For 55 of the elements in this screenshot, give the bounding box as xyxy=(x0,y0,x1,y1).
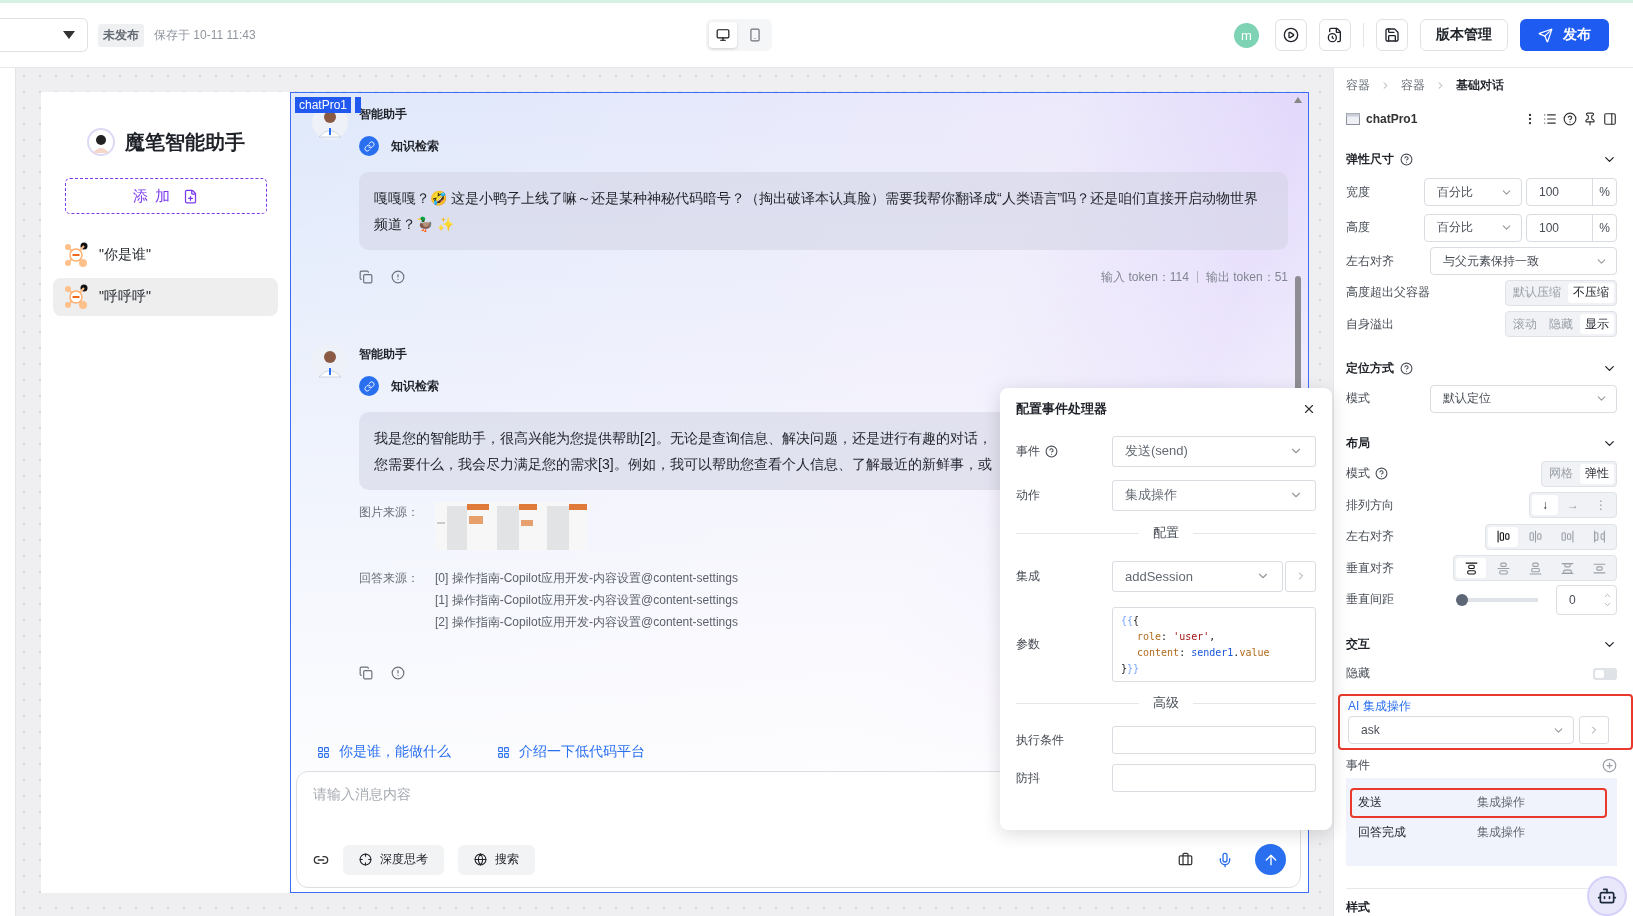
section-title: 定位方式 xyxy=(1346,360,1394,377)
code-line: content: sender1.value xyxy=(1136,645,1270,660)
section-title: 布局 xyxy=(1346,434,1370,452)
status-badge: 未发布 xyxy=(98,23,144,47)
field-label: 左右对齐 xyxy=(1346,528,1394,546)
field-label: 事件 xyxy=(1016,442,1040,460)
field-label: AI 集成操作 xyxy=(1348,698,1412,716)
save-time: 保存于 10-11 11:43 xyxy=(154,26,256,44)
component-name: chatPro1 xyxy=(1366,112,1419,127)
tool-name: 知识检索 xyxy=(391,137,439,155)
field-label: 高度 xyxy=(1346,219,1370,237)
field-label: 集成 xyxy=(1016,567,1040,585)
field-label: 垂直对齐 xyxy=(1346,559,1394,577)
code-line: {{{ xyxy=(1121,613,1140,628)
section-title: 交互 xyxy=(1346,635,1370,653)
unit-label: % xyxy=(1592,179,1616,206)
output-tokens: 输出 token：51 xyxy=(1205,268,1288,286)
input-tokens: 输入 token：114 xyxy=(1101,268,1189,286)
tool-name: 知识检索 xyxy=(391,377,439,395)
section-title: 弹性尺寸 xyxy=(1346,151,1394,169)
message-text: 我是您的智能助手，很高兴能为您提供帮助[2]。无论是查询信息、解决问题，还是进行有趣的对话， xyxy=(374,429,992,448)
code-line: role: 'user', xyxy=(1136,629,1216,644)
code-line: }}} xyxy=(1121,661,1140,676)
source-line: [0] 操作指南-Copilot应用开发-内容设置@content-settings xyxy=(435,570,738,587)
section-label: 配置 xyxy=(1153,524,1179,542)
component-tag: chatPro1 xyxy=(295,97,352,113)
field-label: 防抖 xyxy=(1016,769,1040,787)
field-label: 排列方向 xyxy=(1346,496,1394,514)
field-label: 参数 xyxy=(1016,635,1040,653)
images-label: 图片来源： xyxy=(359,504,420,521)
unit-label: % xyxy=(1592,214,1616,241)
popover-title: 配置事件处理器 xyxy=(1016,400,1107,418)
section-label: 高级 xyxy=(1153,694,1179,712)
app-title: 魔笔智能助手 xyxy=(124,129,245,155)
message-text: 频道？🦆 ✨ xyxy=(374,215,454,234)
user-avatar: m xyxy=(1234,22,1259,48)
field-label: 执行条件 xyxy=(1016,731,1064,749)
field-label: 自身溢出 xyxy=(1346,315,1394,333)
section-title: 样式 xyxy=(1346,898,1370,916)
field-label: 模式 xyxy=(1346,390,1370,408)
sender-name: 智能助手 xyxy=(359,346,407,363)
field-label: 模式 xyxy=(1346,465,1370,483)
sender-name: 智能助手 xyxy=(359,106,407,123)
message-text: 您需要什么，我会尽力满足您的需求[3]。例如，我可以帮助您查看个人信息、了解最近的新鲜事，或 xyxy=(374,455,992,474)
field-label: 高度超出父容器 xyxy=(1346,284,1430,302)
field-label: 事件 xyxy=(1346,756,1370,774)
source-line: [1] 操作指南-Copilot应用开发-内容设置@content-settings xyxy=(435,592,738,609)
field-label: 垂直间距 xyxy=(1346,591,1394,609)
field-label: 动作 xyxy=(1016,486,1040,504)
message-text: 嘎嘎嘎？🤣 这是小鸭子上线了嘛～还是某种神秘代码暗号？（掏出破译本认真脸）需要我帮你翻译成“人类语言”吗？还是咱们直接开启动物世界 xyxy=(374,189,1259,208)
source-line: [2] 操作指南-Copilot应用开发-内容设置@content-settings xyxy=(435,614,738,631)
field-label: 左右对齐 xyxy=(1346,252,1394,270)
sources-label: 回答来源： xyxy=(359,570,420,587)
field-label: 宽度 xyxy=(1346,183,1370,201)
field-label: 隐藏 xyxy=(1346,665,1370,683)
